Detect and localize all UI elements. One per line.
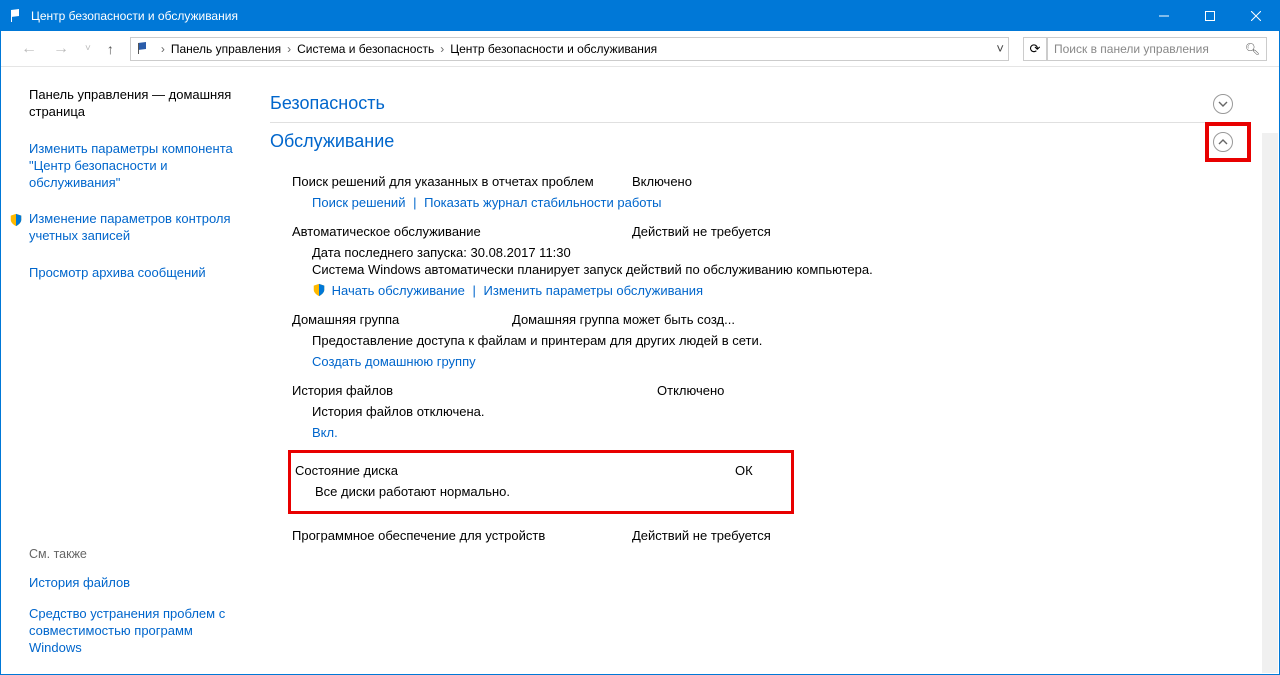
security-section-header[interactable]: Безопасность [270, 85, 1239, 123]
history-dropdown[interactable]: ˅ [77, 43, 99, 54]
search-placeholder: Поиск в панели управления [1054, 42, 1209, 56]
disk-status-value: ОК [735, 463, 753, 478]
sidebar-view-archive[interactable]: Просмотр архива сообщений [29, 265, 234, 282]
search-icon: 🔍︎ [1245, 42, 1260, 56]
device-software-label: Программное обеспечение для устройств [292, 528, 632, 543]
reliability-report-link[interactable]: Показать журнал стабильности работы [424, 195, 661, 210]
minimize-button[interactable] [1141, 1, 1187, 31]
sidebar-home[interactable]: Панель управления — домашняя страница [29, 87, 234, 121]
see-also-file-history[interactable]: История файлов [29, 575, 234, 592]
homegroup-label: Домашняя группа [292, 312, 512, 327]
refresh-button[interactable]: ⟳ [1023, 37, 1047, 61]
disk-status-detail: Все диски работают нормально. [291, 484, 791, 499]
back-button[interactable]: ← [13, 40, 45, 58]
flag-icon [9, 8, 25, 24]
start-maintenance-link[interactable]: Начать обслуживание [332, 283, 465, 298]
shield-icon [312, 283, 326, 297]
find-solutions-link[interactable]: Поиск решений [312, 195, 405, 210]
highlight-annotation: Состояние диска ОК Все диски работают но… [288, 450, 794, 514]
homegroup-detail: Предоставление доступа к файлам и принте… [292, 333, 1239, 348]
device-software-status: Действий не требуется [632, 528, 771, 543]
maintenance-title: Обслуживание [270, 131, 1213, 152]
sidebar-uac-settings[interactable]: Изменение параметров контроля учетных за… [11, 211, 234, 245]
close-button[interactable] [1233, 1, 1279, 31]
shield-icon [9, 213, 23, 227]
forward-button[interactable]: → [45, 40, 77, 58]
sidebar-change-settings[interactable]: Изменить параметры компонента "Центр без… [29, 141, 234, 192]
file-history-status: Отключено [657, 383, 724, 398]
breadcrumb-root[interactable]: Панель управления [171, 42, 281, 56]
problem-reports-status: Включено [632, 174, 692, 189]
toolbar: ← → ˅ ↑ › Панель управления › Система и … [1, 31, 1279, 67]
file-history-label: История файлов [292, 383, 657, 398]
auto-maint-detail1: Дата последнего запуска: 30.08.2017 11:3… [292, 245, 1239, 260]
chevron-right-icon: › [434, 42, 450, 56]
disk-status-label: Состояние диска [295, 463, 735, 478]
up-button[interactable]: ↑ [99, 41, 122, 57]
homegroup-status: Домашняя группа может быть созд... [512, 312, 735, 327]
problem-reports-label: Поиск решений для указанных в отчетах пр… [292, 174, 632, 189]
file-history-enable-link[interactable]: Вкл. [312, 425, 338, 440]
see-also-compat-troubleshooter[interactable]: Средство устранения проблем с совместимо… [29, 606, 234, 657]
highlight-annotation [1205, 122, 1251, 162]
change-maint-settings-link[interactable]: Изменить параметры обслуживания [484, 283, 704, 298]
security-title: Безопасность [270, 93, 1213, 114]
maximize-button[interactable] [1187, 1, 1233, 31]
auto-maint-detail2: Система Windows автоматически планирует … [292, 262, 1239, 277]
create-homegroup-link[interactable]: Создать домашнюю группу [312, 354, 476, 369]
expand-security-button[interactable] [1213, 94, 1233, 114]
maintenance-body: Поиск решений для указанных в отчетах пр… [270, 160, 1239, 547]
chevron-right-icon: › [155, 42, 171, 56]
chevron-down-icon[interactable]: ˅ [996, 41, 1004, 56]
flag-icon [135, 41, 151, 57]
scrollbar[interactable] [1262, 133, 1278, 673]
titlebar: Центр безопасности и обслуживания [1, 1, 1279, 31]
breadcrumb-category[interactable]: Система и безопасность [297, 42, 434, 56]
maintenance-section-header[interactable]: Обслуживание [270, 123, 1239, 160]
see-also-title: См. также [29, 547, 234, 561]
sidebar: Панель управления — домашняя страница Из… [1, 67, 246, 674]
chevron-right-icon: › [281, 42, 297, 56]
address-bar[interactable]: › Панель управления › Система и безопасн… [130, 37, 1009, 61]
breadcrumb-page[interactable]: Центр безопасности и обслуживания [450, 42, 657, 56]
auto-maint-status: Действий не требуется [632, 224, 771, 239]
file-history-detail: История файлов отключена. [292, 404, 1239, 419]
window-title: Центр безопасности и обслуживания [31, 9, 1141, 23]
search-input[interactable]: Поиск в панели управления 🔍︎ [1047, 37, 1267, 61]
window-controls [1141, 1, 1279, 31]
main-content: Безопасность Обслуживание Поиск решений … [246, 67, 1279, 557]
auto-maint-label: Автоматическое обслуживание [292, 224, 632, 239]
